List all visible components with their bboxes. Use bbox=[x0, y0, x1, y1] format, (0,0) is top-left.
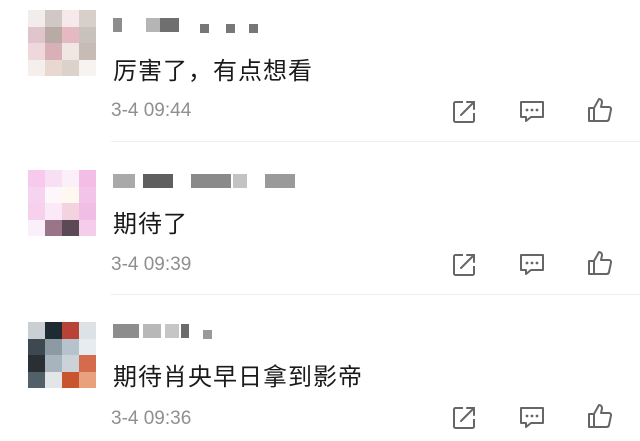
avatar[interactable] bbox=[28, 322, 96, 388]
comment-item: 厉害了，有点想看 3-4 09:44 bbox=[0, 0, 640, 148]
thumbs-up-icon[interactable] bbox=[584, 247, 616, 279]
share-icon[interactable] bbox=[448, 249, 480, 281]
share-icon[interactable] bbox=[448, 402, 480, 434]
avatar-pixel bbox=[62, 203, 79, 220]
comment-text: 厉害了，有点想看 bbox=[113, 57, 313, 85]
avatar-pixel bbox=[62, 26, 79, 44]
avatar-pixel bbox=[79, 355, 96, 372]
avatar-pixel bbox=[45, 170, 62, 187]
avatar-pixel bbox=[62, 170, 79, 187]
avatar[interactable] bbox=[28, 10, 96, 76]
avatar-pixel bbox=[45, 338, 62, 356]
comment-time: 3-4 09:44 bbox=[111, 100, 192, 121]
avatar-pixel bbox=[62, 186, 79, 204]
avatar-pixel bbox=[79, 43, 96, 60]
avatar-pixel bbox=[28, 10, 45, 27]
thumbs-up-icon[interactable] bbox=[584, 94, 616, 126]
avatar-pixel bbox=[62, 338, 79, 356]
avatar-pixel bbox=[79, 371, 96, 388]
divider bbox=[111, 294, 640, 295]
avatar-pixel bbox=[62, 43, 79, 60]
avatar-pixel bbox=[79, 186, 96, 204]
avatar-pixel bbox=[28, 186, 45, 204]
avatar-pixel bbox=[28, 170, 45, 187]
avatar-pixel bbox=[45, 186, 62, 204]
avatar-pixel bbox=[28, 338, 45, 356]
share-icon[interactable] bbox=[448, 96, 480, 128]
comment-icon[interactable] bbox=[516, 96, 548, 128]
comment-text: 期待了 bbox=[113, 210, 188, 238]
avatar-pixel bbox=[45, 59, 62, 76]
comment-icon[interactable] bbox=[516, 249, 548, 281]
avatar-pixel bbox=[28, 322, 45, 339]
username-blurred[interactable] bbox=[113, 170, 303, 190]
avatar-pixel bbox=[28, 43, 45, 60]
username-blurred[interactable] bbox=[113, 320, 223, 340]
avatar-pixel bbox=[62, 355, 79, 372]
avatar-pixel bbox=[62, 371, 79, 388]
avatar-pixel bbox=[45, 26, 62, 44]
avatar-pixel bbox=[28, 371, 45, 388]
avatar-pixel bbox=[79, 26, 96, 44]
comment-time: 3-4 09:36 bbox=[111, 408, 192, 429]
avatar-pixel bbox=[45, 219, 62, 236]
avatar-pixel bbox=[62, 10, 79, 27]
avatar[interactable] bbox=[28, 170, 96, 236]
comment-text: 期待肖央早日拿到影帝 bbox=[113, 363, 363, 391]
avatar-pixel bbox=[45, 322, 62, 339]
avatar-pixel bbox=[79, 59, 96, 76]
username-blurred[interactable] bbox=[113, 14, 273, 34]
avatar-pixel bbox=[28, 59, 45, 76]
avatar-pixel bbox=[45, 371, 62, 388]
avatar-pixel bbox=[62, 59, 79, 76]
avatar-pixel bbox=[79, 10, 96, 27]
avatar-pixel bbox=[62, 219, 79, 236]
avatar-pixel bbox=[45, 10, 62, 27]
avatar-pixel bbox=[28, 203, 45, 220]
avatar-pixel bbox=[28, 26, 45, 44]
avatar-pixel bbox=[79, 219, 96, 236]
divider bbox=[111, 141, 640, 142]
comment-item: 期待了 3-4 09:39 bbox=[0, 148, 640, 296]
avatar-pixel bbox=[28, 219, 45, 236]
avatar-pixel bbox=[79, 203, 96, 220]
avatar-pixel bbox=[45, 43, 62, 60]
avatar-pixel bbox=[62, 322, 79, 339]
avatar-pixel bbox=[28, 355, 45, 372]
comment-time: 3-4 09:39 bbox=[111, 254, 192, 275]
comment-item: 期待肖央早日拿到影帝 3-4 09:36 bbox=[0, 296, 640, 441]
thumbs-up-icon[interactable] bbox=[584, 400, 616, 432]
avatar-pixel bbox=[79, 170, 96, 187]
avatar-pixel bbox=[79, 338, 96, 356]
avatar-pixel bbox=[45, 203, 62, 220]
comment-icon[interactable] bbox=[516, 402, 548, 434]
avatar-pixel bbox=[79, 322, 96, 339]
avatar-pixel bbox=[45, 355, 62, 372]
